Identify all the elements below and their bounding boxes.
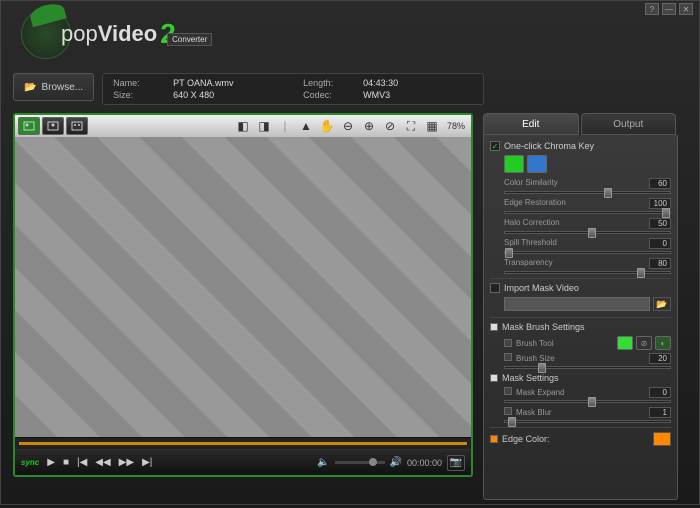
tool-marker-2[interactable]: ◨ — [256, 118, 272, 134]
info-name-value: PT OANA.wmv — [173, 78, 293, 88]
prev-button[interactable]: |◀ — [77, 457, 87, 468]
tab-output[interactable]: Output — [581, 113, 677, 135]
sync-button[interactable]: sync — [21, 458, 39, 467]
file-info-panel: Name: PT OANA.wmv Length: 04:43:30 Size:… — [102, 73, 484, 105]
edge-restoration-slider[interactable] — [504, 211, 671, 214]
close-button[interactable]: ✕ — [679, 3, 693, 15]
step-fwd-button[interactable]: ▶▶ — [119, 457, 134, 468]
tool-hand[interactable]: ✋ — [319, 118, 335, 134]
chroma-key-label: One-click Chroma Key — [504, 141, 594, 151]
import-mask-browse[interactable]: 📂 — [653, 297, 671, 311]
preview-toolbar: ◧ ◨ | ▲ ✋ ⊖ ⊕ ⊘ ⛶ ▦ 78% — [15, 115, 471, 137]
app-logo: popVideoConverter 2 — [21, 9, 176, 59]
mask-expand-slider[interactable] — [504, 400, 671, 403]
tool-zoom-in[interactable]: ⊕ — [361, 118, 377, 134]
stop-button[interactable]: ■ — [63, 457, 69, 468]
edit-panel: One-click Chroma Key Color Similarity60 … — [483, 135, 678, 500]
brush-size-slider[interactable] — [504, 366, 671, 369]
time-display: 00:00:00 — [407, 458, 442, 468]
next-button[interactable]: ▶| — [142, 457, 152, 468]
tool-reset[interactable]: ⊘ — [382, 118, 398, 134]
spill-threshold-slider[interactable] — [504, 251, 671, 254]
import-mask-path[interactable] — [504, 297, 650, 311]
tool-zoom-out[interactable]: ⊖ — [340, 118, 356, 134]
brush-tool-erase[interactable]: ⊘ — [636, 336, 652, 350]
info-codec-label: Codec: — [303, 90, 353, 100]
info-codec-value: WMV3 — [363, 90, 443, 100]
playback-controls: sync ▶ ■ |◀ ◀◀ ▶▶ ▶| 🔈 🔊 00:00:00 📷 — [15, 449, 471, 475]
brush-tool-add[interactable] — [617, 336, 633, 350]
color-similarity-slider[interactable] — [504, 191, 671, 194]
mask-blur-slider[interactable] — [504, 420, 671, 423]
info-name-label: Name: — [113, 78, 163, 88]
tool-pointer[interactable]: ▲ — [298, 118, 314, 134]
transparency-slider[interactable] — [504, 271, 671, 274]
info-length-label: Length: — [303, 78, 353, 88]
tab-edit[interactable]: Edit — [483, 113, 579, 135]
folder-icon: 📂 — [24, 82, 36, 93]
chroma-key-checkbox[interactable] — [490, 141, 500, 151]
snapshot-button[interactable]: 📷 — [447, 455, 465, 471]
volume-slider[interactable] — [335, 461, 385, 464]
tool-grid[interactable]: ▦ — [424, 118, 440, 134]
tool-fit[interactable]: ⛶ — [403, 118, 419, 134]
import-mask-checkbox[interactable] — [490, 283, 500, 293]
brush-section-toggle[interactable] — [490, 323, 498, 331]
timeline[interactable] — [15, 437, 471, 449]
step-back-button[interactable]: ◀◀ — [95, 457, 110, 468]
play-button[interactable]: ▶ — [47, 457, 55, 468]
browse-button[interactable]: 📂 Browse... — [13, 73, 94, 101]
view-tab-2[interactable] — [42, 117, 64, 135]
info-size-value: 640 X 480 — [173, 90, 293, 100]
mute-icon[interactable]: 🔈 — [317, 457, 329, 468]
mask-section-toggle[interactable] — [490, 374, 498, 382]
help-button[interactable]: ? — [645, 3, 659, 15]
view-tab-3[interactable] — [66, 117, 88, 135]
info-size-label: Size: — [113, 90, 163, 100]
edge-color-indicator — [490, 435, 498, 443]
zoom-percent: 78% — [444, 121, 468, 131]
tool-marker-1[interactable]: ◧ — [235, 118, 251, 134]
chroma-color-blue[interactable] — [527, 155, 547, 173]
view-tab-1[interactable] — [18, 117, 40, 135]
volume-icon: 🔊 — [390, 457, 402, 468]
minimize-button[interactable]: — — [662, 3, 676, 15]
brush-tool-soft[interactable]: ◐ — [655, 336, 671, 350]
info-length-value: 04:43:30 — [363, 78, 443, 88]
preview-canvas[interactable] — [15, 137, 471, 437]
chroma-color-green[interactable] — [504, 155, 524, 173]
edge-color-swatch[interactable] — [653, 432, 671, 446]
preview-container: ◧ ◨ | ▲ ✋ ⊖ ⊕ ⊘ ⛶ ▦ 78% s — [13, 113, 473, 477]
tool-divider: | — [277, 118, 293, 134]
halo-correction-slider[interactable] — [504, 231, 671, 234]
